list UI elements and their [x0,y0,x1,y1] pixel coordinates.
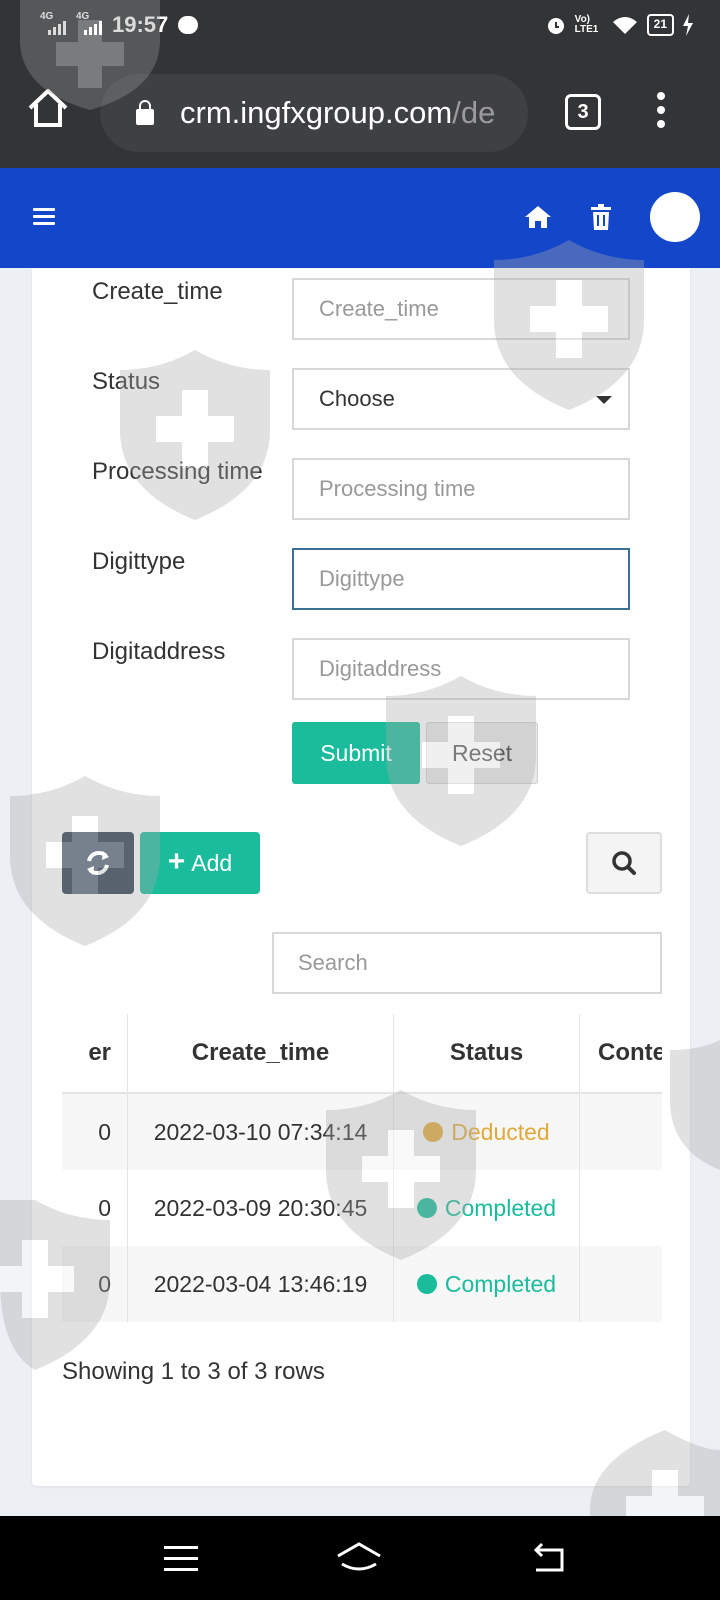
address-bar[interactable]: crm.ingfxgroup.com/de [100,74,528,152]
alarm-icon [547,18,564,34]
table-cell-create-time: 2022-03-04 13:46:19 [128,1246,394,1322]
status-text: Deducted [451,1118,550,1145]
back-icon[interactable] [530,1542,568,1576]
column-header[interactable]: Create_time [128,1014,394,1094]
app-header [0,168,720,268]
android-nav-bar [0,1516,720,1600]
status-select-value: Choose [319,386,395,411]
recent-apps-icon[interactable] [164,1546,198,1572]
form-row-status: Status Choose [32,368,690,430]
status-badge: Completed [394,1170,580,1246]
table-cell-create-time: 2022-03-09 20:30:45 [128,1170,394,1246]
digitaddress-input[interactable]: Digitaddress [292,638,630,700]
form-row-digittype: Digittype Digittype [32,548,690,610]
table-row[interactable]: 0 2022-03-09 20:30:45 Completed - [62,1170,662,1246]
field-label: Status [92,368,161,395]
status-dot-icon [416,1274,437,1294]
create-time-input[interactable]: Create_time [292,278,630,340]
submit-button[interactable]: Submit [292,722,420,784]
lock-icon [136,100,154,125]
field-label: Digitaddress [92,638,226,665]
search-toggle-button[interactable] [586,832,662,894]
line-app-icon [178,16,199,34]
menu-icon[interactable] [33,208,55,226]
column-header[interactable]: er [62,1014,128,1094]
table-body: er Create_time Status Conten 0 2022-03-1… [62,1014,662,1322]
table-header-row: er Create_time Status Conten [62,1014,662,1094]
table-cell: 0 [62,1246,128,1322]
clock: 19:57 [112,12,169,37]
refresh-button[interactable] [62,832,134,894]
data-table: er Create_time Status Conten 0 2022-03-1… [62,1014,662,1330]
table-search-input[interactable]: Search [272,932,662,994]
column-header[interactable]: Status [394,1014,580,1094]
nav-home-icon[interactable] [334,1538,384,1578]
form-row-digitaddress: Digitaddress Digitaddress [32,638,690,700]
search-icon [612,851,636,875]
status-left: 4G 4G 19:57 [40,11,199,38]
table-cell-create-time: 2022-03-10 07:34:14 [128,1094,394,1170]
status-dot-icon [423,1122,444,1142]
browser-home-icon[interactable] [26,86,70,130]
field-label: Digittype [92,548,186,575]
status-right: Vo) LTE1 21 [545,14,694,36]
reset-button[interactable]: Reset [426,722,538,784]
status-badge: Deducted [394,1094,580,1170]
status-select[interactable]: Choose [292,368,630,430]
table-row[interactable]: 0 2022-03-10 07:34:14 Deducted - [62,1094,662,1170]
tab-switcher-button[interactable]: 3 [565,94,601,130]
browser-toolbar: crm.ingfxgroup.com/de 3 [0,56,720,168]
table-cell-content: - [580,1170,662,1246]
table-cell-content: - [580,1094,662,1170]
add-button[interactable]: + Add [140,832,260,894]
home-icon[interactable] [524,204,552,230]
battery-indicator: 21 [646,14,674,36]
table-cell-content: - [580,1246,662,1322]
table-cell: 0 [62,1094,128,1170]
processing-time-input[interactable]: Processing time [292,458,630,520]
volte-badge: Vo) LTE1 [574,14,599,35]
add-button-label: Add [191,849,233,876]
network-type-label: 4G [40,11,54,22]
url-text: crm.ingfxgroup.com/de [180,95,496,130]
charging-icon [683,14,693,36]
refresh-icon [87,850,109,876]
trash-icon[interactable] [590,204,612,230]
avatar[interactable] [650,192,700,242]
column-header[interactable]: Conten [580,1014,662,1094]
content-card: Create_time Create_time Status Choose Pr… [32,268,690,1486]
status-text: Completed [444,1270,557,1297]
browser-menu-icon[interactable] [656,92,666,132]
field-label: Create_time [92,278,223,305]
caret-down-icon [596,396,612,404]
status-badge: Completed [394,1246,580,1322]
signal-icon: 4G [76,11,102,35]
status-text: Completed [444,1194,557,1221]
wifi-icon [612,17,637,34]
pagination-info: Showing 1 to 3 of 3 rows [62,1358,325,1385]
status-dot-icon [416,1198,437,1218]
form-row-create-time: Create_time Create_time [32,278,690,340]
digittype-input[interactable]: Digittype [292,548,630,610]
table-row[interactable]: 0 2022-03-04 13:46:19 Completed - [62,1246,662,1322]
field-label: Processing time [92,458,263,485]
table-cell: 0 [62,1170,128,1246]
network-type-label: 4G [76,11,90,22]
form-row-processing-time: Processing time Processing time [32,458,690,520]
signal-icon: 4G [40,11,66,35]
plus-icon: + [167,845,186,878]
android-status-bar: 4G 4G 19:57 Vo) LTE1 21 [0,0,720,56]
